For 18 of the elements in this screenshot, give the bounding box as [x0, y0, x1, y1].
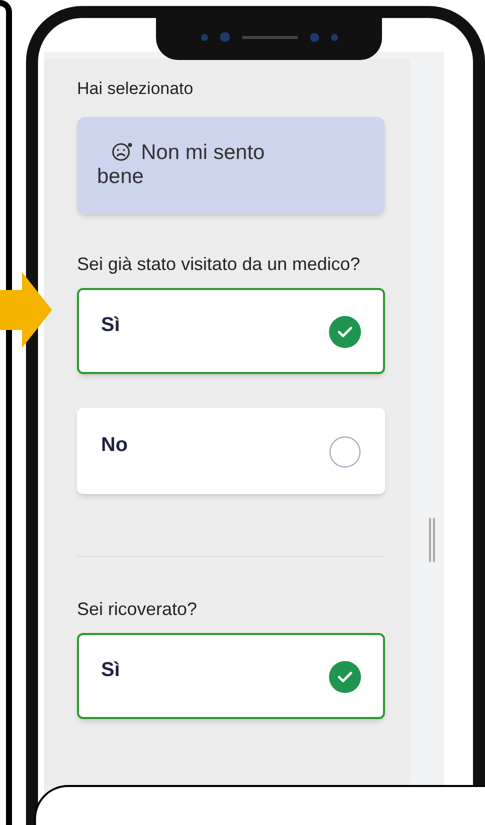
selected-symptom-card: Non mi sento bene — [77, 117, 385, 214]
radio-circle-icon — [329, 436, 361, 468]
camera-icon — [220, 32, 230, 42]
scrollbar-drawing — [428, 518, 436, 562]
sensor-icon — [310, 32, 318, 42]
sad-face-icon — [111, 141, 135, 163]
check-circle-icon — [329, 661, 361, 693]
check-circle-icon — [329, 316, 361, 348]
speaker-grille — [242, 36, 298, 38]
answer-option[interactable]: No — [77, 408, 385, 494]
camera-icon — [200, 34, 208, 40]
answer-option[interactable]: Sì — [77, 633, 385, 719]
question-text: Sei già stato visitato da un medico? — [77, 253, 362, 276]
question-text: Sei ricoverato? — [77, 598, 198, 621]
section-heading: Hai selezionato — [77, 78, 194, 100]
answer-option[interactable]: Sì — [77, 288, 385, 374]
arrow-icon — [0, 272, 52, 348]
sensor-icon — [330, 34, 338, 40]
